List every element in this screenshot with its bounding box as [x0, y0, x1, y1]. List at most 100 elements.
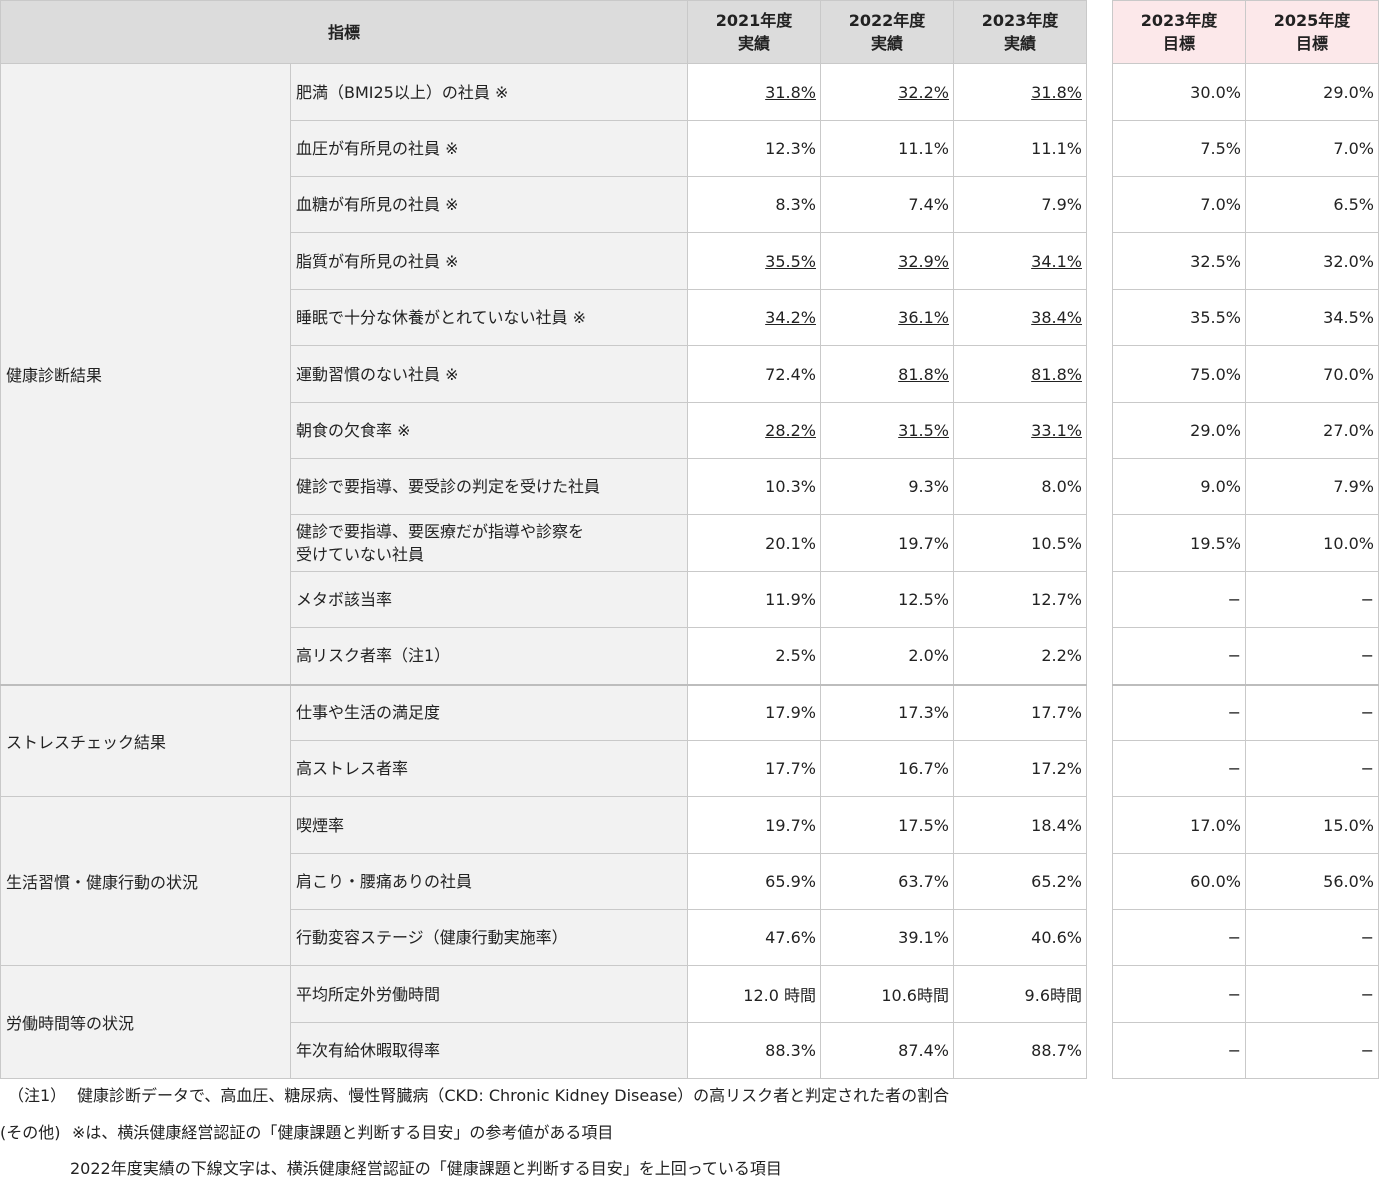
column-gap: [1086, 514, 1113, 572]
value-text: 65.9%: [765, 872, 816, 891]
value-text: 2.0%: [908, 646, 949, 666]
value-text: 47.6%: [765, 928, 816, 947]
column-gap: [1086, 684, 1113, 741]
value-text: 60.0%: [1190, 872, 1241, 891]
actual-value-cell: 35.5%: [687, 232, 821, 290]
value-text: 88.7%: [1031, 1041, 1082, 1060]
actual-value-cell: 40.6%: [953, 909, 1087, 966]
indicator-label-text: 行動変容ステージ（健康行動実施率）: [296, 928, 568, 947]
value-text: 8.3%: [775, 195, 816, 214]
value-text: 20.1%: [765, 533, 816, 553]
table-row: 健康診断結果 肥満（BMI25以上）の社員 ※ 31.8% 32.2% 31.8% 30.…: [0, 63, 1379, 685]
actual-value-cell: 63.7%: [820, 853, 954, 910]
actual-value-cell: 17.2%: [953, 740, 1087, 797]
indicator-label: 高ストレス者率: [290, 740, 688, 797]
actual-value-cell: 28.2%: [687, 402, 821, 459]
target-value-cell: 7.0%: [1112, 176, 1246, 233]
indicator-label: 仕事や生活の満足度: [290, 683, 688, 741]
column-gap: [1086, 909, 1113, 966]
actual-value-cell: 39.1%: [820, 909, 954, 966]
actual-value-cell: 81.8%: [953, 345, 1087, 403]
value-text: 88.3%: [765, 1041, 816, 1060]
value-text: 38.4%: [1031, 308, 1082, 327]
value-text: 32.5%: [1190, 251, 1241, 271]
value-text: 63.7%: [898, 872, 949, 891]
footnote-1: （注1） 健康診断データで、高血圧、糖尿病、慢性腎臓病（CKD: Chronic …: [0, 1085, 949, 1107]
value-text: 15.0%: [1323, 815, 1374, 835]
footnote-2-text: ※は、横浜健康経営認証の「健康課題と判断する目安」の参考値がある項目: [72, 1123, 614, 1142]
target-value-cell: 56.0%: [1245, 853, 1379, 910]
indicator-label-text: 血糖が有所見の社員 ※: [296, 195, 459, 214]
target-value-cell: −: [1112, 627, 1246, 685]
indicator-label-text: 健診で要指導、要医療だが指導や診察を: [296, 522, 585, 541]
actual-value-cell: 12.5%: [820, 571, 954, 628]
target-value-cell: −: [1112, 965, 1246, 1023]
value-text: 87.4%: [898, 1041, 949, 1060]
category-cell: 労働時間等の状況: [0, 965, 291, 1079]
actual-value-cell: 34.2%: [687, 289, 821, 346]
actual-value-cell: 2.5%: [687, 627, 821, 685]
column-gap: [1086, 965, 1113, 1023]
target-value-cell: 7.5%: [1112, 120, 1246, 177]
indicator-label: 脂質が有所見の社員 ※: [290, 232, 688, 290]
indicator-label-text: 運動習慣のない社員 ※: [296, 364, 459, 384]
target-value-cell: 7.9%: [1245, 458, 1379, 515]
table-body: 健康診断結果 肥満（BMI25以上）の社員 ※ 31.8% 32.2% 31.8% 30.…: [0, 63, 1379, 1079]
value-text: 7.0%: [1333, 139, 1374, 158]
indicator-label-text: 高リスク者率（注1）: [296, 646, 451, 666]
column-gap: [1086, 458, 1113, 515]
actual-value-cell: 72.4%: [687, 345, 821, 403]
value-text: −: [1227, 759, 1241, 778]
footnote-1-key: （注1）: [8, 1086, 67, 1105]
value-text: 12.3%: [765, 139, 816, 158]
value-text: 31.8%: [765, 82, 816, 102]
value-text: 34.5%: [1323, 308, 1374, 327]
indicator-label-text: 高ストレス者率: [296, 759, 409, 778]
value-text: 29.0%: [1190, 421, 1241, 440]
value-text: 70.0%: [1323, 364, 1374, 384]
actual-value-cell: 31.8%: [953, 63, 1087, 121]
value-text: −: [1227, 1041, 1241, 1060]
value-text: 17.0%: [1190, 815, 1241, 835]
target-value-cell: 9.0%: [1112, 458, 1246, 515]
value-text: 81.8%: [1031, 364, 1082, 384]
category-cell: 生活習慣・健康行動の状況: [0, 796, 291, 966]
header-2023-actual: 2023年度 実績: [953, 0, 1087, 64]
target-value-cell: 6.5%: [1245, 176, 1379, 233]
target-value-cell: 19.5%: [1112, 514, 1246, 572]
value-text: 7.0%: [1200, 195, 1241, 214]
actual-value-cell: 8.3%: [687, 176, 821, 233]
actual-value-cell: 9.6時間: [953, 965, 1087, 1023]
actual-value-cell: 10.5%: [953, 514, 1087, 572]
target-value-cell: 27.0%: [1245, 402, 1379, 459]
value-text: 11.1%: [898, 139, 949, 158]
actual-value-cell: 16.7%: [820, 740, 954, 797]
footnote-2-key: (その他): [0, 1123, 61, 1142]
value-text: −: [1227, 703, 1241, 723]
indicator-label: 平均所定外労働時間: [290, 965, 688, 1023]
value-text: 2.5%: [775, 646, 816, 666]
value-text: −: [1227, 928, 1241, 947]
indicator-label: 年次有給休暇取得率: [290, 1022, 688, 1079]
actual-value-cell: 9.3%: [820, 458, 954, 515]
column-gap: [1086, 571, 1113, 628]
value-text: 17.5%: [898, 815, 949, 835]
target-value-cell: −: [1245, 965, 1379, 1023]
value-text: 9.0%: [1200, 477, 1241, 496]
indicator-label-text: 肩こり・腰痛ありの社員: [296, 872, 473, 891]
target-value-cell: 35.5%: [1112, 289, 1246, 346]
value-text: 35.5%: [765, 251, 816, 271]
value-text: 32.9%: [898, 251, 949, 271]
value-text: 34.2%: [765, 308, 816, 327]
value-text: 39.1%: [898, 928, 949, 947]
actual-value-cell: 32.2%: [820, 63, 954, 121]
target-value-cell: 60.0%: [1112, 853, 1246, 910]
value-text: 9.6時間: [1024, 986, 1082, 1005]
actual-value-cell: 87.4%: [820, 1022, 954, 1079]
actual-value-cell: 11.1%: [953, 120, 1087, 177]
actual-value-cell: 12.0 時間: [687, 965, 821, 1023]
indicator-label: 睡眠で十分な休養がとれていない社員 ※: [290, 289, 688, 346]
actual-value-cell: 12.7%: [953, 571, 1087, 628]
actual-value-cell: 31.5%: [820, 402, 954, 459]
indicator-label: 肥満（BMI25以上）の社員 ※: [290, 63, 688, 121]
